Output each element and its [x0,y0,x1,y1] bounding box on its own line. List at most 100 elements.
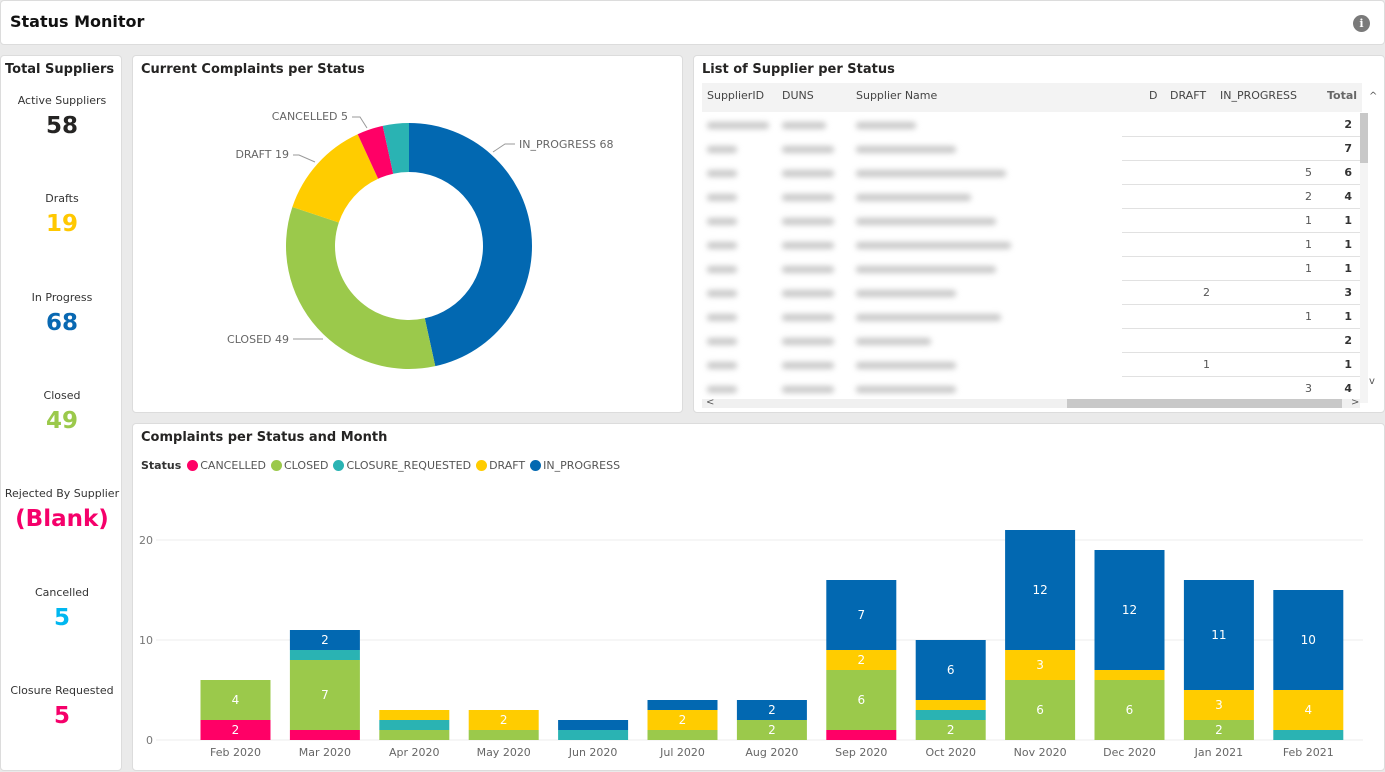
kpi-label: In Progress [31,291,93,304]
table-row[interactable]: 11 [702,233,1362,257]
total-cell: 2 [1344,118,1352,131]
panel-title: Total Suppliers [5,62,115,77]
donut-label-closed: CLOSED 49 [227,333,289,346]
bar-segment-cancelled[interactable] [826,730,897,740]
supplier-name-cell [856,194,971,201]
kpi-in-progress: In Progress 68 [1,291,123,336]
bar-segment-closed[interactable] [379,730,450,740]
x-tick-label: May 2020 [477,746,531,759]
table-row[interactable]: 23 [702,281,1362,305]
kpi-rejected-by-supplier: Rejected By Supplier (Blank) [1,487,123,532]
bar-segment-closure_requested[interactable] [558,730,629,740]
supplier-name-cell [856,362,956,369]
table-row[interactable]: 11 [702,209,1362,233]
table-row[interactable]: 56 [702,161,1362,185]
in-progress-cell: 3 [1305,382,1312,395]
data-label: 2 [232,723,240,737]
duns-cell [782,338,834,345]
column-header-supplier-name[interactable]: Supplier Name [856,89,937,102]
table-row[interactable]: 34 [702,377,1362,401]
vertical-scrollbar[interactable] [1360,113,1368,403]
bar-segment-closure_requested[interactable] [289,650,360,660]
table-row[interactable]: 7 [702,137,1362,161]
column-header-in-progress[interactable]: IN_PROGRESS [1220,89,1297,102]
complaints-per-month-panel: Complaints per Status and Month Status C… [132,423,1385,771]
leader-line [293,154,316,163]
donut-slice-in_progress[interactable] [409,123,532,367]
horizontal-scrollbar[interactable] [702,399,1360,408]
x-tick-label: Nov 2020 [1014,746,1067,759]
duns-cell [782,218,834,225]
supplier-per-status-panel: List of Supplier per Status SupplierID D… [693,55,1385,413]
supplier-name-cell [856,290,956,297]
supplierid-cell [707,362,737,369]
x-tick-label: Jul 2020 [659,746,705,759]
duns-cell [782,290,834,297]
bar-segment-draft[interactable] [915,700,986,710]
column-header-duns[interactable]: DUNS [782,89,814,102]
column-header-draft[interactable]: DRAFT [1170,89,1206,102]
data-label: 2 [679,713,687,727]
scroll-thumb[interactable] [1067,399,1342,408]
bar-segment-cancelled[interactable] [289,730,360,740]
column-header-supplierid[interactable]: SupplierID [707,89,764,102]
column-header-d[interactable]: D [1149,89,1157,102]
donut-label-draft: DRAFT 19 [235,148,289,161]
in-progress-cell: 1 [1305,238,1312,251]
bar-segment-closure_requested[interactable] [915,710,986,720]
data-label: 12 [1122,603,1137,617]
bar-segment-closed[interactable] [468,730,539,740]
bar-segment-closed[interactable] [647,730,718,740]
in-progress-cell: 1 [1305,310,1312,323]
data-label: 3 [1036,658,1044,672]
table-row[interactable]: 2 [702,329,1362,353]
duns-cell [782,362,834,369]
info-icon[interactable]: i [1353,15,1370,32]
supplierid-cell [707,242,737,249]
supplier-name-cell [856,146,956,153]
duns-cell [782,194,834,201]
supplierid-cell [707,170,737,177]
kpi-label: Rejected By Supplier [4,487,120,500]
data-label: 7 [857,608,865,622]
scroll-thumb[interactable] [1360,113,1368,163]
supplierid-cell [707,122,769,129]
stacked-bar-chart: 0 10 20 2 4 Feb 2020 7 2 Mar 2020 Apr 2020 2 May 20… [139,530,1363,759]
table-row[interactable]: 2 [702,113,1362,137]
duns-cell [782,386,834,393]
kpi-label: Closed [43,389,81,402]
x-tick-label: Dec 2020 [1103,746,1156,759]
kpi-closure-requested: Closure Requested 5 [1,684,123,729]
data-label: 2 [1215,723,1223,737]
supplier-name-cell [856,170,1006,177]
x-tick-label: Jun 2020 [568,746,618,759]
donut-chart: IN_PROGRESS 68 CLOSED 49 DRAFT 19 CANCELLED… [227,110,613,369]
supplier-name-cell [856,386,956,393]
bar-segment-closure_requested[interactable] [379,720,450,730]
scroll-left-button[interactable]: < [706,397,714,408]
bar-segment-draft[interactable] [1094,670,1165,680]
supplier-name-cell [856,218,996,225]
scroll-down-button[interactable]: v [1369,376,1375,387]
table-row[interactable]: 24 [702,185,1362,209]
scroll-right-button[interactable]: > [1351,397,1359,408]
bar-segment-in_progress[interactable] [558,720,629,730]
bar-segment-draft[interactable] [379,710,450,720]
table-row[interactable]: 11 [702,305,1362,329]
scroll-up-button[interactable]: ^ [1369,91,1377,102]
bar-segment-in_progress[interactable] [647,700,718,710]
bar-segment-closure_requested[interactable] [1273,730,1344,740]
data-label: 2 [947,723,955,737]
y-tick-label: 20 [139,534,153,547]
data-label: 2 [500,713,508,727]
supplier-name-cell [856,266,996,273]
table-row[interactable]: 11 [702,257,1362,281]
donut-slice-closed[interactable] [286,206,436,369]
data-label: 6 [1126,703,1134,717]
table-row[interactable]: 11 [702,353,1362,377]
data-label: 12 [1032,583,1047,597]
total-cell: 1 [1344,238,1352,251]
supplier-name-cell [856,338,931,345]
column-header-total[interactable]: Total [1327,89,1357,102]
kpi-active-suppliers: Active Suppliers 58 [1,94,123,139]
